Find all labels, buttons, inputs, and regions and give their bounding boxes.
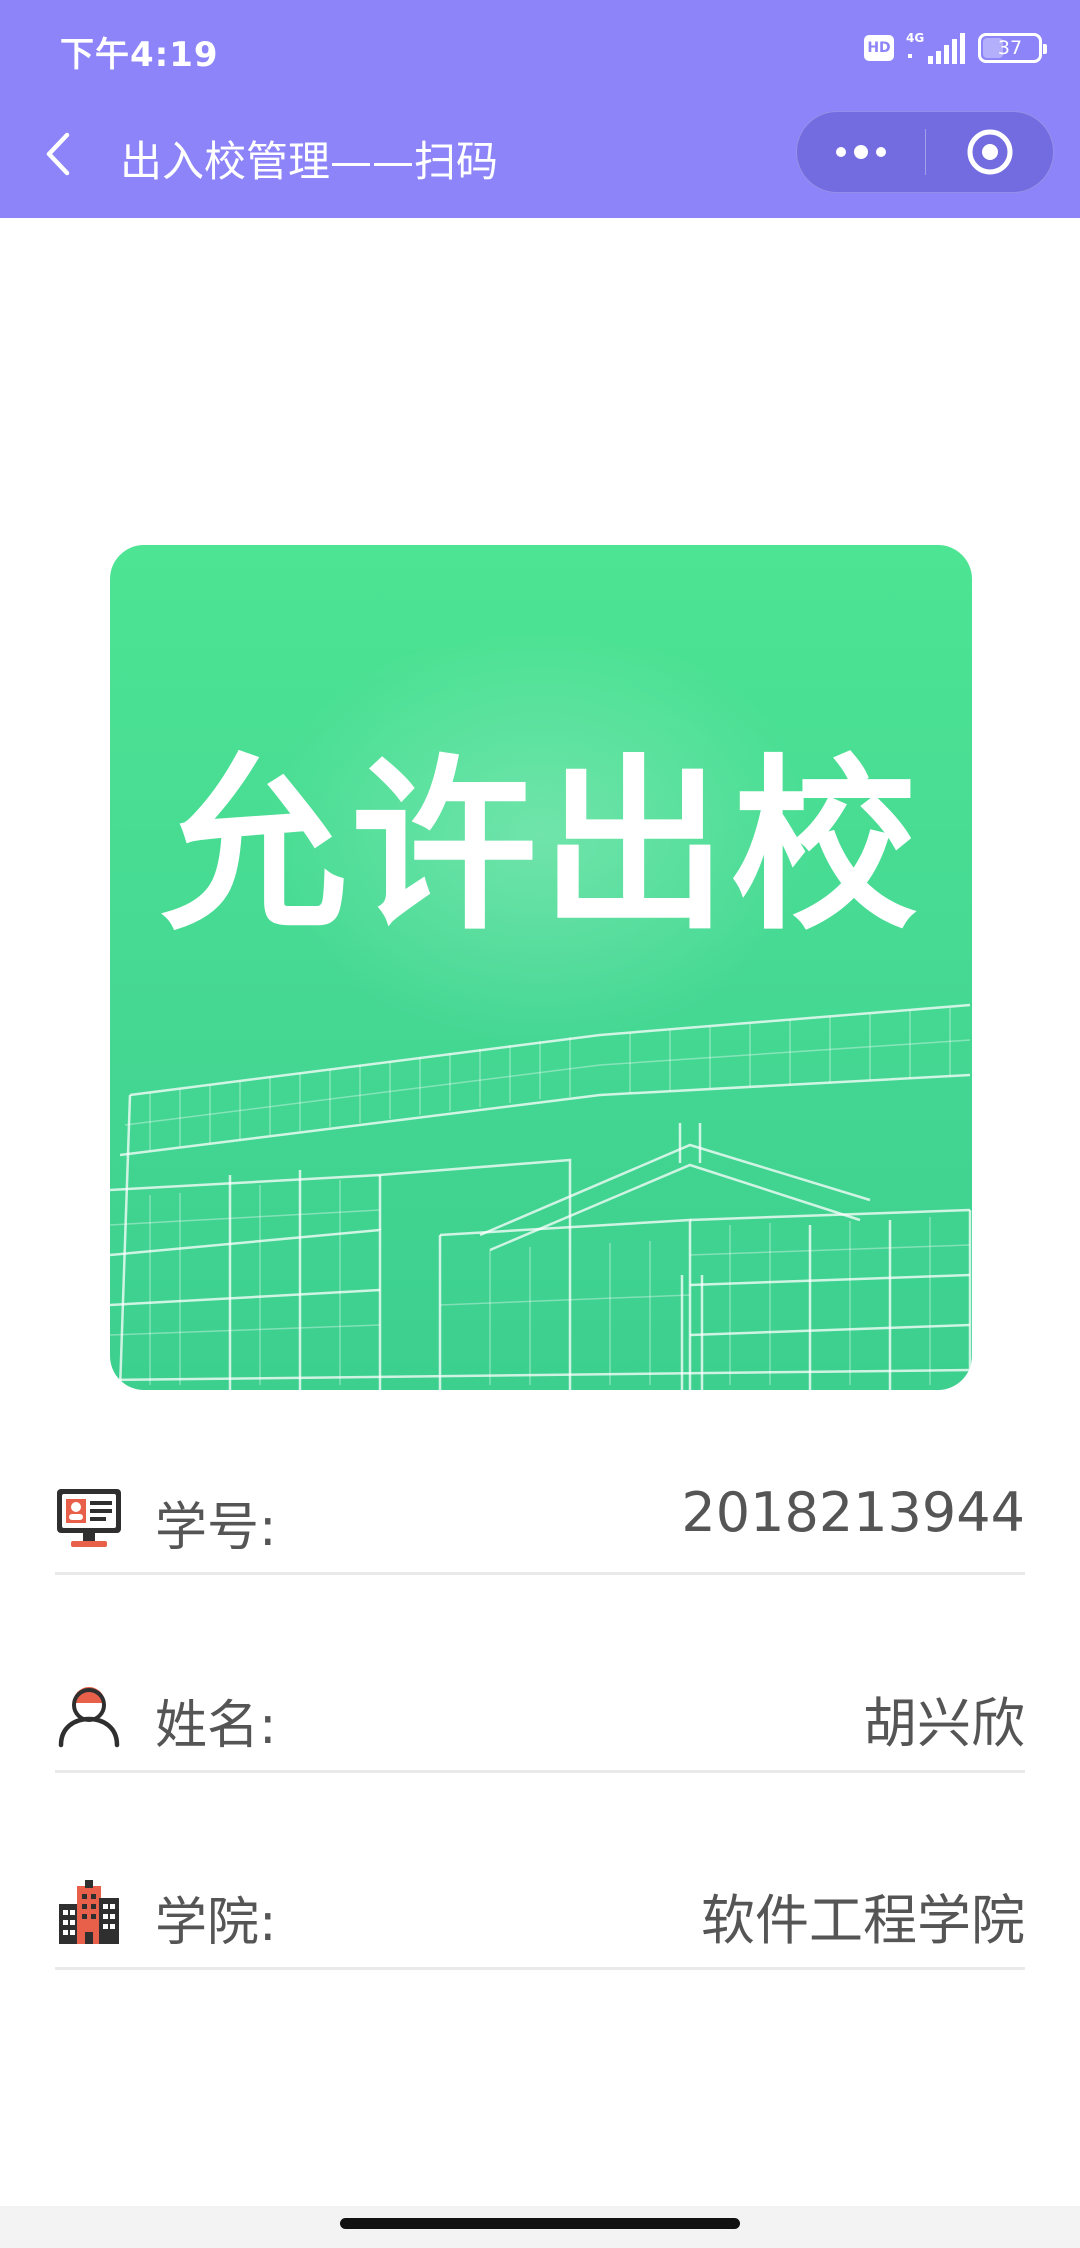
more-icon[interactable] [797, 112, 925, 192]
close-miniprogram-icon[interactable] [926, 112, 1053, 192]
battery-icon: 37 [978, 33, 1047, 63]
signal-icon: 4G [906, 30, 966, 66]
name-label: 姓名: [155, 1696, 277, 1756]
student-id-label: 学号: [155, 1498, 277, 1558]
building-icon [55, 1878, 123, 1946]
student-id-value: 2018213944 [681, 1481, 1025, 1544]
back-icon[interactable] [36, 118, 80, 190]
name-row: 姓名: 胡兴欣 [55, 1643, 1025, 1773]
campus-building-illustration [110, 1003, 972, 1390]
mini-program-capsule [796, 111, 1054, 193]
pass-status-text: 允许出校 [160, 738, 921, 955]
page-title: 出入校管理——扫码 [120, 137, 499, 186]
college-row: 学院: 软件工程学院 [55, 1840, 1025, 1970]
header: 下午4:19 HD 4G 37 出入校管理——扫码 [0, 0, 1080, 218]
battery-level: 37 [997, 37, 1023, 59]
id-card-icon [55, 1483, 123, 1551]
student-id-row: 学号: 2018213944 [55, 1445, 1025, 1575]
college-value: 软件工程学院 [701, 1889, 1025, 1952]
exit-pass-card: 允许出校 [110, 545, 972, 1390]
hd-icon: HD [864, 35, 894, 61]
status-icons: HD 4G 37 [864, 30, 1047, 66]
home-indicator[interactable] [340, 2218, 740, 2229]
name-value: 胡兴欣 [863, 1692, 1025, 1755]
person-icon [55, 1681, 123, 1749]
network-type: 4G [906, 31, 924, 45]
status-time: 下午4:19 [60, 35, 219, 75]
system-navigation-bar [0, 2206, 1080, 2248]
college-label: 学院: [155, 1893, 277, 1953]
